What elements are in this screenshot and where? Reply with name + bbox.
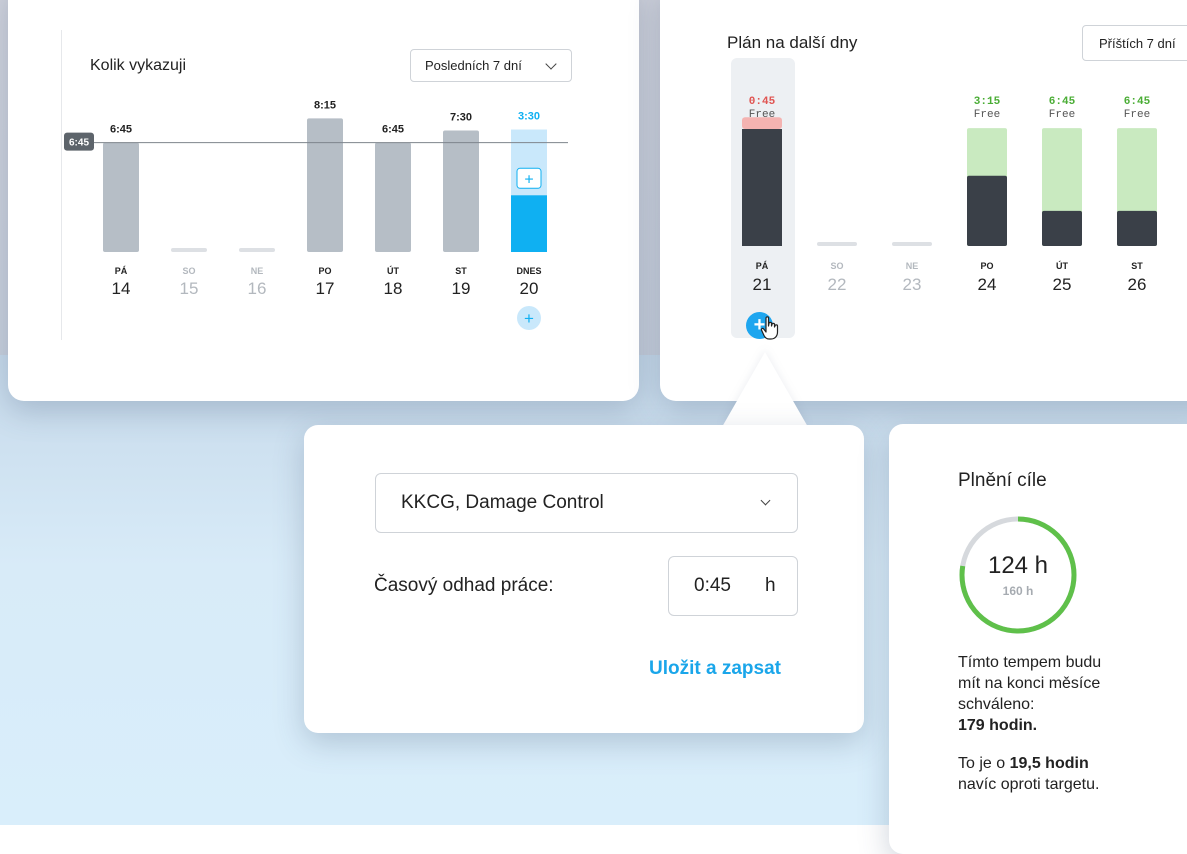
plan-chart: 0:45FreePÁ21SO22NE233:15FreePO246:45Free… <box>742 96 1157 294</box>
goal-text-line5: To je o 19,5 hodin <box>958 754 1089 774</box>
reported-bar <box>443 130 479 252</box>
day-number-label: 25 <box>1053 275 1072 294</box>
weekend-bar-stub <box>892 242 932 246</box>
bar-value-label: 6:45 <box>110 124 132 136</box>
estimate-input[interactable]: 0:45 h <box>668 556 798 616</box>
day-number-label: 15 <box>180 279 199 298</box>
planned-bar <box>742 129 782 246</box>
day-name-label: SO <box>182 266 195 276</box>
plan-card: Plán na další dny Příštích 7 dní 0:45 Fre… <box>660 0 1187 401</box>
popup-pointer <box>722 352 808 427</box>
free-label: Free <box>1049 109 1075 121</box>
day-number-label: 17 <box>316 279 335 298</box>
today-reported-bar <box>511 195 547 252</box>
plan-popup: KKCG, Damage Control Časový odhad práce:… <box>304 425 864 733</box>
estimate-label: Časový odhad práce: <box>374 575 554 596</box>
reported-hours-chart: 6:45 PÁ 14 SO 15 NE 16 8:15 PO 17 6:45 ÚT 18 7:30 ST 19… <box>64 99 568 330</box>
free-hours-value: 6:45 <box>1049 96 1076 108</box>
project-select-value: KKCG, Damage Control <box>401 492 604 513</box>
hand-cursor-icon <box>760 316 779 340</box>
reported-bar <box>307 118 343 252</box>
day-number-label: 23 <box>903 275 922 294</box>
weekend-bar-stub <box>817 242 857 246</box>
estimate-value: 0:45 <box>694 575 731 596</box>
day-name-label: NE <box>251 266 264 276</box>
goal-text-line1: Tímto tempem budu <box>958 654 1102 671</box>
day-number-label: 24 <box>978 275 997 294</box>
free-label: Free <box>749 109 775 121</box>
free-label: Free <box>974 109 1000 121</box>
planned-bar <box>967 175 1007 246</box>
day-number-label: 22 <box>828 275 847 294</box>
goal-projected-hours: 179 hodin. <box>958 717 1038 734</box>
weekend-bar-stub <box>239 248 275 252</box>
day-number-label: 14 <box>112 279 131 298</box>
day-name-label: ST <box>455 266 467 276</box>
planned-bar <box>1117 210 1157 246</box>
free-hours-value: 6:45 <box>1124 96 1151 108</box>
goal-current: 124 h <box>987 552 1049 579</box>
goal-extra-hours: 19,5 hodin <box>1009 755 1089 772</box>
target-badge-label: 6:45 <box>69 138 89 149</box>
goal-title: Plnění cíle <box>958 470 1047 491</box>
goal-text-line6: navíc oproti targetu. <box>958 776 1100 793</box>
reported-hours-card: Kolik vykazuji Posledních 7 dní 6:45 PÁ 14… <box>8 0 639 401</box>
day-number-label: 16 <box>248 279 267 298</box>
bar-value-label: 6:45 <box>382 124 404 136</box>
bar-value-label: 3:30 <box>518 111 540 123</box>
day-name-label: PÁ <box>115 266 128 276</box>
day-number-label: 26 <box>1128 275 1147 294</box>
estimate-unit: h <box>765 575 776 596</box>
weekend-bar-stub <box>171 248 207 252</box>
day-number-label: 21 <box>753 275 772 294</box>
free-hours-value: 3:15 <box>974 96 1001 108</box>
goal-text-line3: schváleno: <box>958 696 1035 713</box>
bar-value-label: 8:15 <box>314 99 336 111</box>
project-select[interactable]: KKCG, Damage Control <box>375 473 798 533</box>
day-name-label: SO <box>830 261 843 271</box>
day-name-label: PO <box>318 266 331 276</box>
goal-text-prefix: To je o <box>958 755 1010 772</box>
day-name-label: PÁ <box>756 261 769 271</box>
day-name-label: NE <box>906 261 919 271</box>
free-hours-value: 0:45 <box>749 96 776 108</box>
day-number-label: 18 <box>384 279 403 298</box>
day-name-label: ST <box>1131 261 1143 271</box>
day-name-label: ÚT <box>1056 260 1068 271</box>
reported-bar <box>103 142 139 252</box>
plus-icon: + <box>524 309 534 328</box>
goal-text-line2: mít na konci měsíce <box>958 675 1101 692</box>
free-label: Free <box>1124 109 1150 121</box>
today-add-plus: + <box>524 171 533 188</box>
day-name-label: ÚT <box>387 265 399 276</box>
day-number-label: 20 <box>520 279 539 298</box>
planned-bar <box>1042 210 1082 246</box>
day-name-label: PO <box>980 261 993 271</box>
reported-bar <box>375 142 411 252</box>
day-name-label: DNES <box>516 266 541 276</box>
bar-value-label: 7:30 <box>450 112 472 124</box>
goal-target: 160 h <box>1002 584 1034 598</box>
save-and-log-link[interactable]: Uložit a zapsat <box>649 658 781 680</box>
day-number-label: 19 <box>452 279 471 298</box>
goal-card: Plnění cíle 124 h 160 h Tímto tempem bud… <box>889 424 1187 854</box>
chevron-down-icon <box>760 495 771 506</box>
